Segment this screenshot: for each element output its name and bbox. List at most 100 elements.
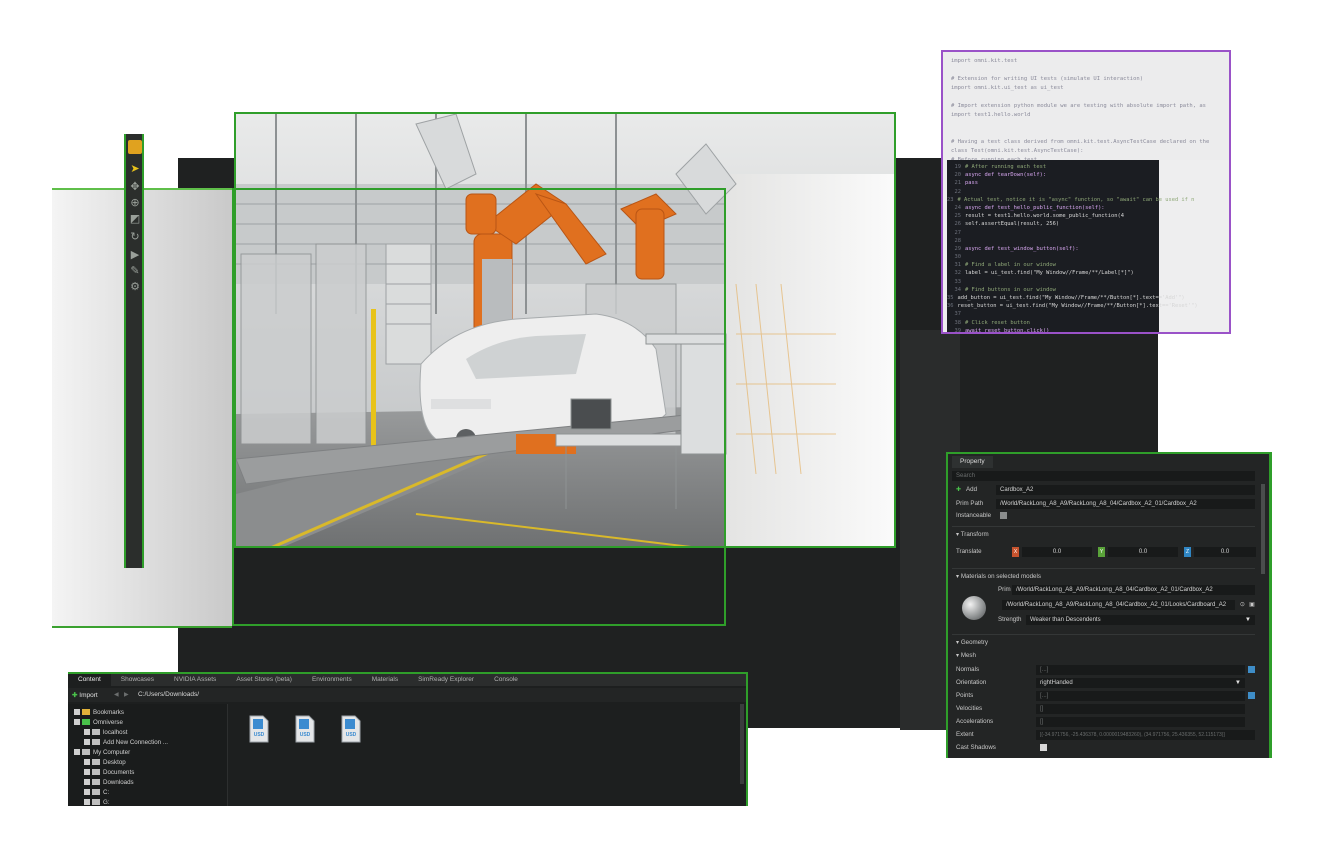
tree-item[interactable]: G: — [84, 798, 110, 806]
expand-toggle-icon[interactable] — [74, 709, 80, 716]
add-plus-icon[interactable]: ✚ — [956, 485, 961, 495]
tree-item-label: Documents — [103, 769, 135, 776]
materials-section[interactable]: ▾ Materials on selected models — [952, 568, 1255, 582]
expand-toggle-icon[interactable] — [84, 799, 90, 806]
prim-path-field[interactable]: /World/RackLong_A8_A9/RackLong_A8_04/Car… — [996, 499, 1255, 509]
settings-icon[interactable]: ⚙ — [128, 280, 142, 294]
accelerations-field[interactable]: [] — [1036, 717, 1245, 727]
points-edit-icon[interactable] — [1248, 692, 1255, 699]
tree-item[interactable]: Desktop — [84, 758, 126, 768]
expand-toggle-icon[interactable] — [84, 729, 90, 736]
code-row: 23 # Actual test, notice it is "async" f… — [947, 196, 1194, 204]
expand-toggle-icon[interactable] — [84, 789, 90, 796]
property-search-input[interactable]: Search — [952, 471, 1255, 481]
translate-y-field[interactable]: 0.0 — [1108, 547, 1178, 557]
tree-item[interactable]: Add New Connection ... — [84, 738, 168, 748]
content-tab[interactable]: Console — [484, 674, 528, 686]
tree-item[interactable]: My Computer — [74, 748, 130, 758]
normals-edit-icon[interactable] — [1248, 666, 1255, 673]
property-scrollbar[interactable] — [1261, 484, 1265, 574]
velocities-field[interactable]: [] — [1036, 704, 1245, 714]
content-tab[interactable]: Environments — [302, 674, 362, 686]
tree-item[interactable]: Omniverse — [74, 718, 123, 728]
expand-toggle-icon[interactable] — [74, 719, 80, 726]
prim-name-field[interactable]: Cardbox_A2 — [996, 485, 1255, 495]
folder-icon — [92, 759, 100, 766]
expand-toggle-icon[interactable] — [84, 759, 90, 766]
rotate-icon[interactable]: ↻ — [128, 230, 142, 244]
tree-item[interactable]: C: — [84, 788, 109, 798]
strength-label: Strength — [998, 616, 1022, 623]
usd-file-icon[interactable]: USD — [248, 714, 270, 744]
paint-brush-icon[interactable]: ✎ — [128, 264, 142, 278]
mesh-section[interactable]: ▾ Mesh — [952, 650, 1255, 662]
line-number: 33 — [954, 278, 962, 285]
line-number: 30 — [954, 254, 962, 261]
scale-icon[interactable]: ◩ — [128, 212, 142, 226]
usd-file-icon[interactable]: USD — [340, 714, 362, 744]
accelerations-label: Accelerations — [956, 718, 994, 725]
expand-toggle-icon[interactable] — [84, 739, 90, 746]
back-arrow-icon[interactable]: ◀ — [114, 691, 119, 698]
line-number: 38 — [954, 319, 962, 326]
content-tab[interactable]: Asset Stores (beta) — [226, 674, 302, 686]
code-editor-body[interactable]: 19 # After running each test 20 async def… — [947, 160, 1198, 332]
omniverse-logo-icon[interactable] — [128, 140, 142, 154]
content-tab[interactable]: NVIDIA Assets — [164, 674, 226, 686]
translate-z-field[interactable]: 0.0 — [1194, 547, 1256, 557]
points-field[interactable]: [...] — [1036, 691, 1245, 701]
property-panel: Property Search ✚ Add Cardbox_A2 Prim Pa… — [946, 452, 1272, 758]
normals-field[interactable]: [...] — [1036, 665, 1245, 675]
usd-file-icon[interactable]: USD — [294, 714, 316, 744]
orientation-chevron-icon[interactable]: ▼ — [1235, 678, 1241, 688]
zoom-icon[interactable]: ⊕ — [128, 196, 142, 210]
instanceable-checkbox[interactable] — [1000, 512, 1007, 519]
add-button[interactable]: Add — [966, 485, 977, 495]
forward-arrow-icon[interactable]: ▶ — [124, 691, 129, 698]
content-scrollbar[interactable] — [740, 704, 744, 784]
code-editor-window[interactable]: import omni.kit.test # Extension for writ… — [941, 50, 1231, 334]
geometry-section[interactable]: ▾ Geometry — [952, 634, 1255, 648]
cast-shadows-checkbox[interactable] — [1040, 744, 1047, 751]
code-line: # Having a test class derived from omni.… — [951, 139, 1210, 145]
instanceable-label: Instanceable — [956, 512, 992, 519]
folder-tree: Bookmarks Omniverse localhost Add New Conne… — [68, 704, 228, 806]
materials-section-label: ▾ Materials on selected models — [956, 573, 1041, 580]
strength-dropdown[interactable]: Weaker than Descendents — [1026, 615, 1255, 625]
code-text: label = ui_test.find("My Window//Frame/*… — [965, 270, 1134, 277]
expand-toggle-icon[interactable] — [84, 779, 90, 786]
translate-x-field[interactable]: 0.0 — [1022, 547, 1092, 557]
material-path-field[interactable]: /World/RackLong_A8_A9/RackLong_A8_04/Car… — [1002, 600, 1235, 610]
code-text: reset_button = ui_test.find("My Window//… — [957, 303, 1198, 310]
tree-item[interactable]: Downloads — [84, 778, 134, 788]
add-connection-icon — [92, 739, 100, 746]
material-options-icon[interactable]: ⊙ — [1240, 600, 1245, 610]
material-prim-field[interactable]: /World/RackLong_A8_A9/RackLong_A8_04/Car… — [1012, 585, 1255, 595]
path-field[interactable]: C:/Users/Downloads/ — [138, 691, 199, 698]
chevron-down-icon[interactable]: ▼ — [1245, 615, 1251, 625]
import-button[interactable]: ✚ Import — [72, 691, 98, 699]
extent-field[interactable]: [(-34.971756, -25.436378, 0.000001948326… — [1036, 730, 1255, 740]
content-tab[interactable]: Showcases — [111, 674, 164, 686]
move-icon[interactable]: ✥ — [128, 180, 142, 194]
material-folder-icon[interactable]: ▣ — [1249, 600, 1255, 610]
property-tab[interactable]: Property — [952, 456, 993, 468]
content-browser: Content Showcases NVIDIA Assets Asset Store… — [68, 672, 748, 806]
code-row: 28 — [947, 237, 1159, 245]
prim-name-row: ✚ Add Cardbox_A2 — [952, 484, 1255, 496]
content-tab[interactable]: SimReady Explorer — [408, 674, 484, 686]
content-tab[interactable]: Materials — [362, 674, 408, 686]
select-arrow-icon[interactable]: ➤ — [128, 162, 142, 176]
transform-section[interactable]: ▾ Transform — [952, 526, 1255, 540]
play-icon[interactable]: ▶ — [128, 248, 142, 262]
expand-toggle-icon[interactable] — [74, 749, 80, 756]
content-tab[interactable]: Content — [68, 674, 111, 686]
orientation-dropdown[interactable]: rightHanded — [1036, 678, 1245, 688]
tree-item[interactable]: localhost — [84, 728, 127, 738]
cast-shadows-label: Cast Shadows — [956, 744, 996, 751]
tree-item[interactable]: Bookmarks — [74, 708, 124, 718]
line-number: 27 — [954, 229, 962, 236]
mesh-section-label: ▾ Mesh — [956, 652, 976, 659]
tree-item[interactable]: Documents — [84, 768, 134, 778]
expand-toggle-icon[interactable] — [84, 769, 90, 776]
